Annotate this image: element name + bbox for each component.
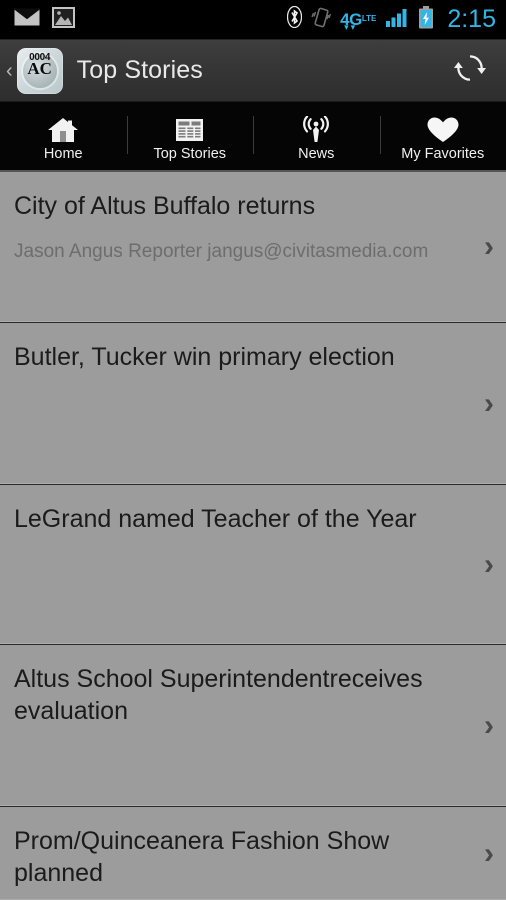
- network-activity-arrows: ▾▾: [344, 22, 358, 32]
- chevron-right-icon: ›: [484, 836, 494, 870]
- story-title: Altus School Superintendentreceives eval…: [14, 665, 423, 725]
- mail-icon: [13, 7, 41, 31]
- network-type-sub: LTE: [361, 14, 377, 23]
- list-item[interactable]: City of Altus Buffalo returns Jason Angu…: [0, 172, 506, 323]
- gallery-icon: [52, 6, 75, 33]
- tab-my-favorites-label: My Favorites: [401, 145, 485, 162]
- tab-home[interactable]: Home: [0, 102, 127, 170]
- battery-charging-icon: [418, 5, 434, 34]
- list-item[interactable]: LeGrand named Teacher of the Year ›: [0, 485, 506, 645]
- chevron-right-icon: ›: [484, 386, 494, 420]
- vibrate-icon: [311, 6, 332, 33]
- signal-icon: [385, 6, 409, 33]
- list-item[interactable]: Butler, Tucker win primary election ›: [0, 323, 506, 485]
- action-bar: ‹ 0004 AC Top Stories: [0, 40, 506, 102]
- app-icon-mark-label: AC: [27, 58, 52, 78]
- status-bar-right-icons: 4G LTE ▾▾ 2:15: [286, 5, 496, 34]
- story-subtitle: Jason Angus Reporter jangus@civitasmedia…: [14, 241, 429, 262]
- story-title: LeGrand named Teacher of the Year: [14, 505, 417, 533]
- story-title: Prom/Quinceanera Fashion Show planned: [14, 827, 390, 887]
- tab-bar: Home Top Stories News My Favorites: [0, 102, 506, 172]
- app-icon[interactable]: 0004 AC: [16, 47, 63, 94]
- chevron-right-icon: ›: [484, 708, 494, 742]
- list-item[interactable]: Prom/Quinceanera Fashion Show planned ›: [0, 807, 506, 900]
- back-chevron-icon[interactable]: ‹: [4, 61, 15, 81]
- refresh-icon: [454, 52, 486, 89]
- story-list[interactable]: City of Altus Buffalo returns Jason Angu…: [0, 172, 506, 900]
- page-title: Top Stories: [76, 56, 203, 84]
- newspaper-icon: [174, 115, 206, 145]
- story-title: City of Altus Buffalo returns: [14, 192, 316, 220]
- status-bar-clock: 2:15: [447, 5, 496, 33]
- list-item[interactable]: Altus School Superintendentreceives eval…: [0, 645, 506, 807]
- tab-top-stories-label: Top Stories: [153, 145, 227, 162]
- status-bar: 4G LTE ▾▾ 2:15: [0, 0, 506, 40]
- status-bar-left-icons: [13, 6, 75, 33]
- bluetooth-icon: [286, 5, 303, 33]
- home-icon: [47, 115, 79, 145]
- chevron-right-icon: ›: [484, 230, 494, 263]
- story-title: Butler, Tucker win primary election: [14, 343, 395, 371]
- chevron-right-icon: ›: [484, 547, 494, 581]
- tab-top-stories[interactable]: Top Stories: [126, 102, 254, 170]
- app-screen: 4G LTE ▾▾ 2:15 ‹ 0004 AC Top Stories Hom…: [0, 0, 506, 900]
- heart-icon: [426, 115, 460, 145]
- network-type-icon: 4G LTE ▾▾: [340, 11, 377, 32]
- tab-home-label: Home: [43, 145, 83, 162]
- refresh-button[interactable]: [450, 51, 490, 91]
- tab-my-favorites[interactable]: My Favorites: [379, 102, 506, 170]
- broadcast-tower-icon: [300, 115, 332, 145]
- tab-news[interactable]: News: [253, 102, 380, 170]
- tab-news-label: News: [298, 145, 335, 162]
